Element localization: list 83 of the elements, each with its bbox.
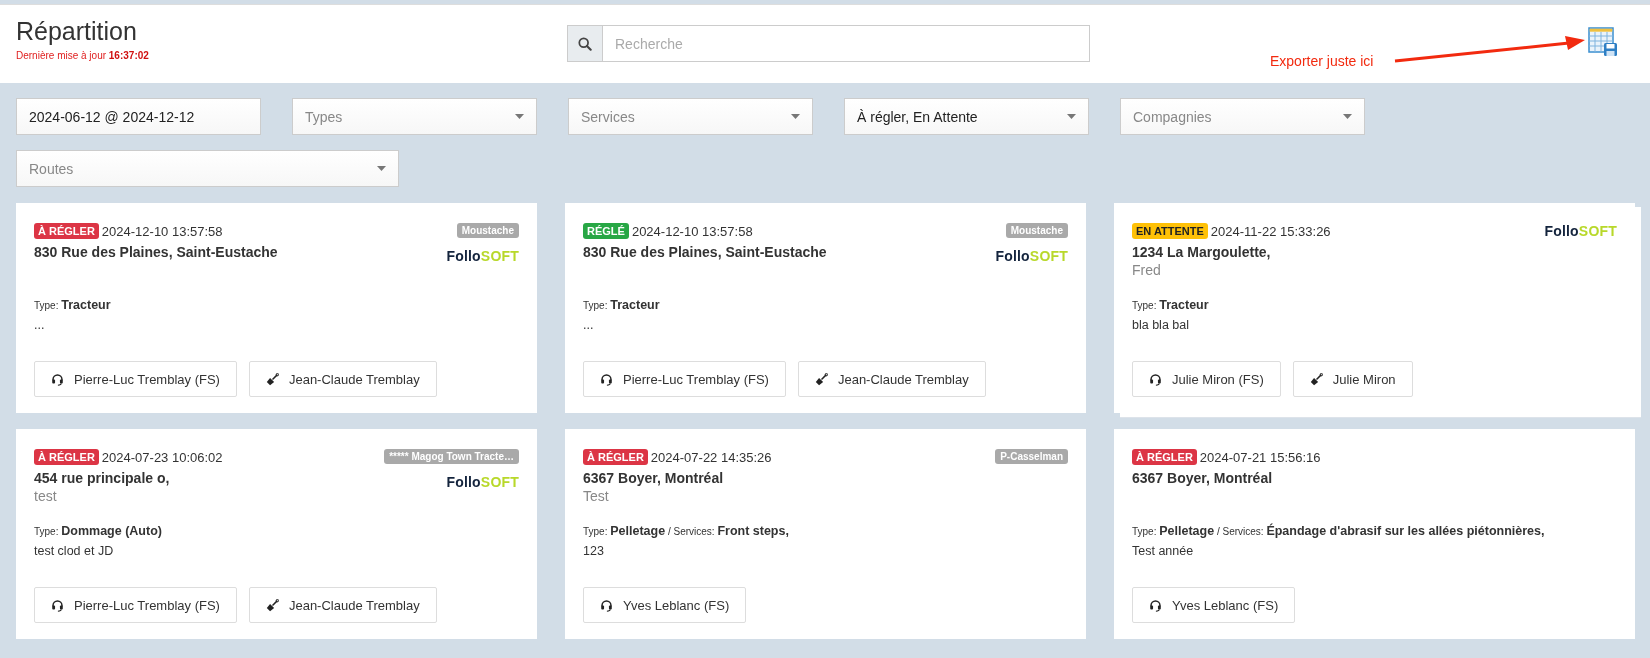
shovel-icon [265, 598, 279, 612]
date-time: 2024-12-10 13:57:58 [631, 223, 753, 239]
caret-icon [1343, 114, 1352, 119]
type-details: Type: Pelletage / Services: Front steps, [583, 524, 790, 538]
caret-icon [377, 166, 386, 171]
job-card[interactable]: À RÉGLER 2024-07-23 10:06:02 454 rue principale o, test ***** Magog Town Tracte… FolloSOFT Type: Dommage (Auto) test clod et JD Pierre-Luc Tremblay (FS) Jean-Claude Tremblay [16, 429, 537, 639]
type-details: Type: Dommage (Auto) [34, 524, 163, 538]
person-chip[interactable]: Julie Miron (FS) [1132, 361, 1281, 397]
address-text: 6367 Boyer, Montréal [583, 470, 725, 486]
caret-icon [1067, 114, 1076, 119]
company-tag: Moustache [456, 223, 519, 238]
person-chip[interactable]: Julie Miron [1292, 361, 1413, 397]
job-card[interactable]: RÉGLÉ 2024-12-10 13:57:58 830 Rue des Plaines, Saint-Eustache Moustache FolloSOFT Type: Tracteur ... Pierre-Luc Tremblay (FS) Jean-Claude Tremblay [565, 203, 1086, 413]
type-details: Type: Tracteur [34, 298, 112, 312]
shovel-icon [814, 372, 828, 386]
company-tag: ***** Magog Town Tracte… [384, 449, 519, 464]
shovel-icon [1309, 372, 1323, 386]
status-badge: À RÉGLER [583, 449, 648, 465]
status-badge: À RÉGLER [34, 449, 99, 465]
headset-icon [600, 598, 613, 612]
brand-logo: FolloSOFT [446, 474, 519, 490]
type-details: Type: Pelletage / Services: Épandage d'abrasif sur les allées piétonnières, [1132, 524, 1546, 538]
page-title: Répartition [16, 17, 137, 46]
filter-dropdown[interactable]: Compagnies [1120, 98, 1365, 135]
caret-icon [515, 114, 524, 119]
address-text: 830 Rue des Plaines, Saint-Eustache [34, 244, 278, 260]
date-range-field[interactable]: 2024-06-12 @ 2024-12-12 [16, 98, 261, 135]
address-text: 1234 La Margoulette, [1132, 244, 1272, 260]
date-time: 2024-11-22 15:33:26 [1210, 223, 1331, 239]
person-chip[interactable]: Jean-Claude Tremblay [248, 587, 437, 623]
status-badge: EN ATTENTE [1132, 223, 1208, 239]
status-badge: À RÉGLER [1132, 449, 1197, 465]
job-card[interactable]: À RÉGLER 2024-07-21 15:56:16 6367 Boyer, Montréal Type: Pelletage / Services: Épandage d'abrasif sur les allées piétonnières, Test année Yves Leblanc (FS) [1114, 429, 1635, 639]
address-text: 6367 Boyer, Montréal [1132, 470, 1274, 486]
brand-logo: FolloSOFT [995, 248, 1068, 264]
person-chip[interactable]: Jean-Claude Tremblay [797, 361, 986, 397]
person-chip[interactable]: Pierre-Luc Tremblay (FS) [34, 587, 237, 623]
filter-dropdown[interactable]: Services [568, 98, 813, 135]
status-badge: RÉGLÉ [583, 223, 629, 239]
last-update-text: Dernière mise à jour 16:37:02 [16, 50, 149, 61]
type-details: Type: Tracteur [583, 298, 661, 312]
job-card[interactable]: À RÉGLER 2024-12-10 13:57:58 830 Rue des Plaines, Saint-Eustache Moustache FolloSOFT Type: Tracteur ... Pierre-Luc Tremblay (FS) Jean-Claude Tremblay [16, 203, 537, 413]
person-chip[interactable]: Jean-Claude Tremblay [248, 361, 437, 397]
company-tag: P-Casselman [995, 449, 1068, 464]
client-name: test [34, 488, 58, 506]
status-badge: À RÉGLER [34, 223, 99, 239]
job-card[interactable]: À RÉGLER 2024-07-22 14:35:26 6367 Boyer, Montréal Test P-Casselman Type: Pelletage / Services: Front steps, 123 Yves Leblanc (FS) [565, 429, 1086, 639]
note-text: 123 [583, 544, 605, 558]
headset-icon [1149, 598, 1162, 612]
date-time: 2024-12-10 13:57:58 [101, 223, 223, 239]
filter-dropdown[interactable]: Routes [16, 150, 399, 187]
type-details: Type: Tracteur [1132, 298, 1210, 312]
spreadsheet-export-icon[interactable] [1588, 27, 1618, 57]
search-field[interactable]: Recherche [603, 25, 1090, 62]
filter-dropdown[interactable]: Types [292, 98, 537, 135]
date-time: 2024-07-23 10:06:02 [101, 449, 223, 465]
note-text: test clod et JD [34, 544, 115, 558]
address-text: 830 Rue des Plaines, Saint-Eustache [583, 244, 827, 260]
search-icon[interactable] [567, 25, 603, 62]
client-name: Fred [1132, 262, 1162, 280]
date-time: 2024-07-21 15:56:16 [1199, 449, 1321, 465]
address-text: 454 rue principale o, [34, 470, 171, 486]
brand-logo: FolloSOFT [1544, 223, 1617, 239]
caret-icon [791, 114, 800, 119]
client-name: Test [583, 488, 610, 506]
headset-icon [600, 372, 613, 386]
person-chip[interactable]: Pierre-Luc Tremblay (FS) [583, 361, 786, 397]
note-text: ... [34, 318, 46, 332]
note-text: Test année [1132, 544, 1195, 558]
brand-logo: FolloSOFT [446, 248, 519, 264]
company-tag: Moustache [1005, 223, 1068, 238]
note-text: ... [583, 318, 595, 332]
shovel-icon [265, 372, 279, 386]
person-chip[interactable]: Yves Leblanc (FS) [583, 587, 747, 623]
headset-icon [51, 598, 64, 612]
filter-dropdown[interactable]: À régler, En Attente [844, 98, 1089, 135]
date-time: 2024-07-22 14:35:26 [650, 449, 772, 465]
headset-icon [1149, 372, 1162, 386]
headset-icon [51, 372, 64, 386]
person-chip[interactable]: Pierre-Luc Tremblay (FS) [34, 361, 237, 397]
note-text: bla bla bal [1132, 318, 1190, 332]
person-chip[interactable]: Yves Leblanc (FS) [1132, 587, 1296, 623]
annotation-text: Exporter juste ici [1270, 53, 1374, 69]
